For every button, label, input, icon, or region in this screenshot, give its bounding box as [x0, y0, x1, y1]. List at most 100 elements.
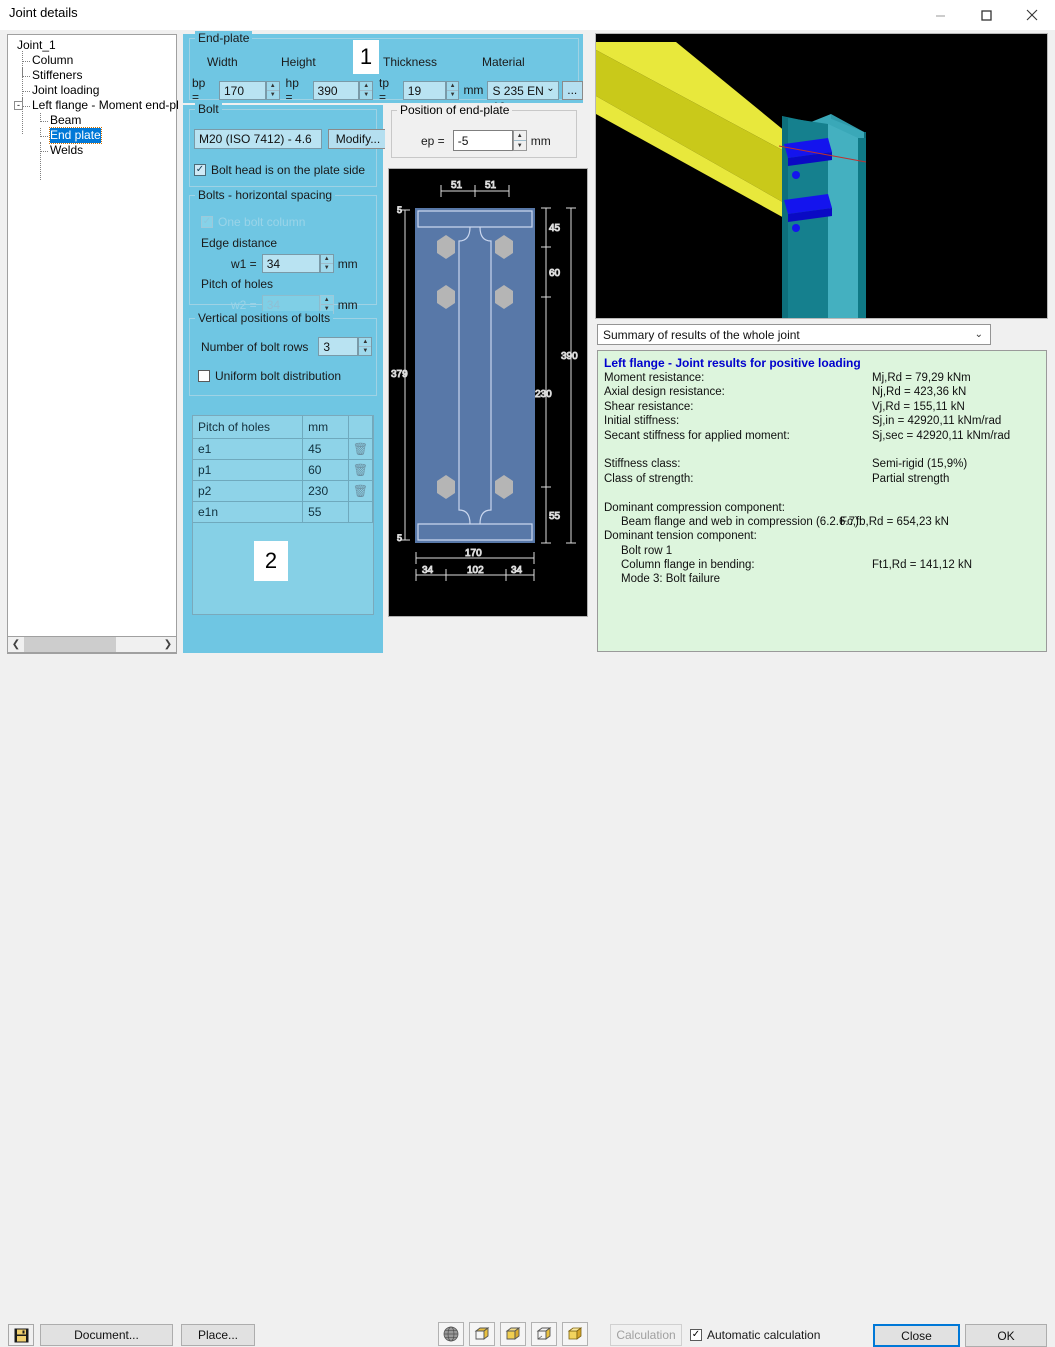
bolt-rows-input[interactable]: 3	[318, 337, 358, 356]
result-label: Dominant tension component:	[604, 530, 757, 542]
result-label: Bolt row 1	[621, 545, 672, 557]
tp-spinner[interactable]: ▲▼	[446, 81, 460, 100]
document-button[interactable]: Document...	[40, 1324, 173, 1346]
tree-node-left-flange[interactable]: - Left flange - Moment end-pl	[8, 98, 176, 113]
chevron-down-icon[interactable]: ⌄	[975, 329, 983, 340]
row-value[interactable]: 45	[303, 439, 349, 460]
tree-label: Joint_1	[17, 38, 56, 53]
row-value[interactable]: 60	[303, 460, 349, 481]
result-label: Mode 3: Bolt failure	[621, 573, 720, 585]
dim-right-1: 45	[549, 223, 561, 234]
title-bar: Joint details	[0, 0, 1055, 30]
end-plate-2d-drawing[interactable]: 51 51 379 5 5 45 60	[388, 168, 588, 617]
table-row[interactable]: p2 230 🗑	[193, 481, 373, 502]
close-button[interactable]	[1009, 0, 1055, 30]
dim-left-bottom-small: 5	[397, 533, 402, 543]
table-row[interactable]: e1 45 🗑	[193, 439, 373, 460]
pitch-of-holes-label: Pitch of holes	[201, 277, 273, 291]
tree-expander-icon[interactable]: -	[14, 101, 23, 110]
table-row[interactable]: e1n 55	[193, 502, 373, 523]
tree-node-joint1[interactable]: Joint_1	[8, 38, 176, 53]
scrollbar-thumb[interactable]	[24, 637, 116, 652]
dim-right-4: 55	[549, 511, 561, 522]
wireframe-cube-view-button[interactable]	[469, 1322, 495, 1346]
dim-right-2: 60	[549, 268, 561, 279]
bp-prefix: bp =	[192, 76, 215, 104]
row-value[interactable]: 55	[303, 502, 349, 523]
result-line: Stiffness class:Semi-rigid (15,9%)	[604, 457, 1046, 471]
edges-cube-view-button[interactable]	[531, 1322, 557, 1346]
shaded-cube-view-button[interactable]	[562, 1322, 588, 1346]
result-line: Moment resistance:Mj,Rd = 79,29 kNm	[604, 371, 1046, 385]
place-button[interactable]: Place...	[181, 1324, 255, 1346]
bp-input[interactable]: 170	[219, 81, 266, 100]
bolt-head-plate-side-checkbox[interactable]: ✓ Bolt head is on the plate side	[194, 163, 365, 177]
view-mode-toolbar	[438, 1322, 588, 1346]
hp-input[interactable]: 390	[313, 81, 360, 100]
ep-spinner[interactable]: ▲▼	[513, 130, 527, 151]
hp-spinner[interactable]: ▲▼	[359, 81, 373, 100]
row-value[interactable]: 230	[303, 481, 349, 502]
result-value: Mj,Rd = 79,29 kNm	[872, 371, 971, 385]
automatic-calculation-checkbox[interactable]: ✓ Automatic calculation	[690, 1328, 820, 1342]
joint-tree-panel[interactable]: Joint_1 Column Stiffeners Joint loading …	[7, 34, 177, 654]
bolt-rows-label: Number of bolt rows	[201, 340, 308, 354]
joint-3d-view[interactable]	[595, 33, 1048, 319]
ep-input[interactable]: -5	[453, 130, 513, 151]
save-button[interactable]	[8, 1324, 34, 1346]
tree-node-joint-loading[interactable]: Joint loading	[8, 83, 176, 98]
table-row[interactable]: p1 60 🗑	[193, 460, 373, 481]
results-panel[interactable]: Left flange - Joint results for positive…	[597, 350, 1047, 652]
delete-row-icon[interactable]: 🗑	[349, 481, 373, 502]
close-button-footer[interactable]: Close	[873, 1324, 960, 1347]
w1-spinner[interactable]: ▲▼	[320, 254, 334, 273]
dim-left-top-small: 5	[397, 205, 402, 215]
scroll-left-icon[interactable]: ❮	[8, 639, 24, 650]
row-name: p2	[193, 481, 303, 502]
w2-prefix: w2 =	[231, 298, 257, 312]
tree-node-beam[interactable]: Beam	[8, 113, 176, 128]
bolt-rows-spinner[interactable]: ▲▼	[358, 337, 372, 356]
globe-view-button[interactable]	[438, 1322, 464, 1346]
ok-button[interactable]: OK	[965, 1324, 1047, 1347]
tree-node-welds[interactable]: Welds	[8, 143, 176, 158]
bolt-group-title: Bolt	[195, 102, 222, 116]
tp-prefix: tp =	[379, 76, 399, 104]
pitch-of-holes-table[interactable]: Pitch of holes mm e1 45 🗑 p1 60 🗑 p2 230…	[192, 415, 374, 615]
uniform-bolt-distribution-checkbox[interactable]: Uniform bolt distribution	[198, 369, 341, 383]
tree-node-end-plate[interactable]: End plate	[8, 128, 176, 143]
one-bolt-column-checkbox[interactable]: ✓ One bolt column	[201, 215, 305, 229]
result-line: Mode 3: Bolt failure	[604, 572, 1046, 586]
vertical-positions-group-title: Vertical positions of bolts	[195, 311, 333, 325]
height-label: Height	[281, 55, 316, 69]
solid-cube-view-button[interactable]	[500, 1322, 526, 1346]
material-browse-button[interactable]: ...	[562, 81, 583, 100]
w1-input[interactable]: 34	[262, 254, 320, 273]
end-plate-group-title: End-plate	[195, 31, 252, 45]
result-label: Initial stiffness:	[604, 415, 679, 427]
results-selector-combobox[interactable]: Summary of results of the whole joint ⌄	[597, 324, 991, 345]
result-line: Beam flange and web in compression (6.2.…	[604, 515, 1046, 529]
delete-row-icon[interactable]: 🗑	[349, 460, 373, 481]
result-spacer	[604, 486, 1046, 500]
minimize-button[interactable]	[917, 0, 963, 30]
modify-bolt-button[interactable]: Modify...	[328, 129, 388, 149]
material-combobox[interactable]: S 235 EN 10 ⌄	[487, 81, 558, 100]
maximize-button[interactable]	[963, 0, 1009, 30]
result-value: Fc,fb,Rd = 654,23 kN	[840, 515, 949, 529]
scrollbar-track[interactable]	[24, 637, 160, 652]
delete-row-icon[interactable]: 🗑	[349, 439, 373, 460]
bp-spinner[interactable]: ▲▼	[266, 81, 280, 100]
thickness-label: Thickness	[383, 55, 437, 69]
bolt-type-input[interactable]: M20 (ISO 7412) - 4.6	[194, 129, 322, 149]
dim-right-total: 390	[561, 351, 578, 362]
result-label: Secant stiffness for applied moment:	[604, 430, 790, 442]
scroll-right-icon[interactable]: ❯	[160, 639, 176, 650]
chevron-down-icon[interactable]: ⌄	[546, 81, 554, 97]
dim-right-3: 230	[535, 389, 552, 400]
checkbox-icon: ✓	[201, 216, 213, 228]
tree-horizontal-scrollbar[interactable]: ❮ ❯	[7, 636, 177, 653]
tp-input[interactable]: 19	[403, 81, 446, 100]
tree-node-column[interactable]: Column	[8, 53, 176, 68]
tree-node-stiffeners[interactable]: Stiffeners	[8, 68, 176, 83]
